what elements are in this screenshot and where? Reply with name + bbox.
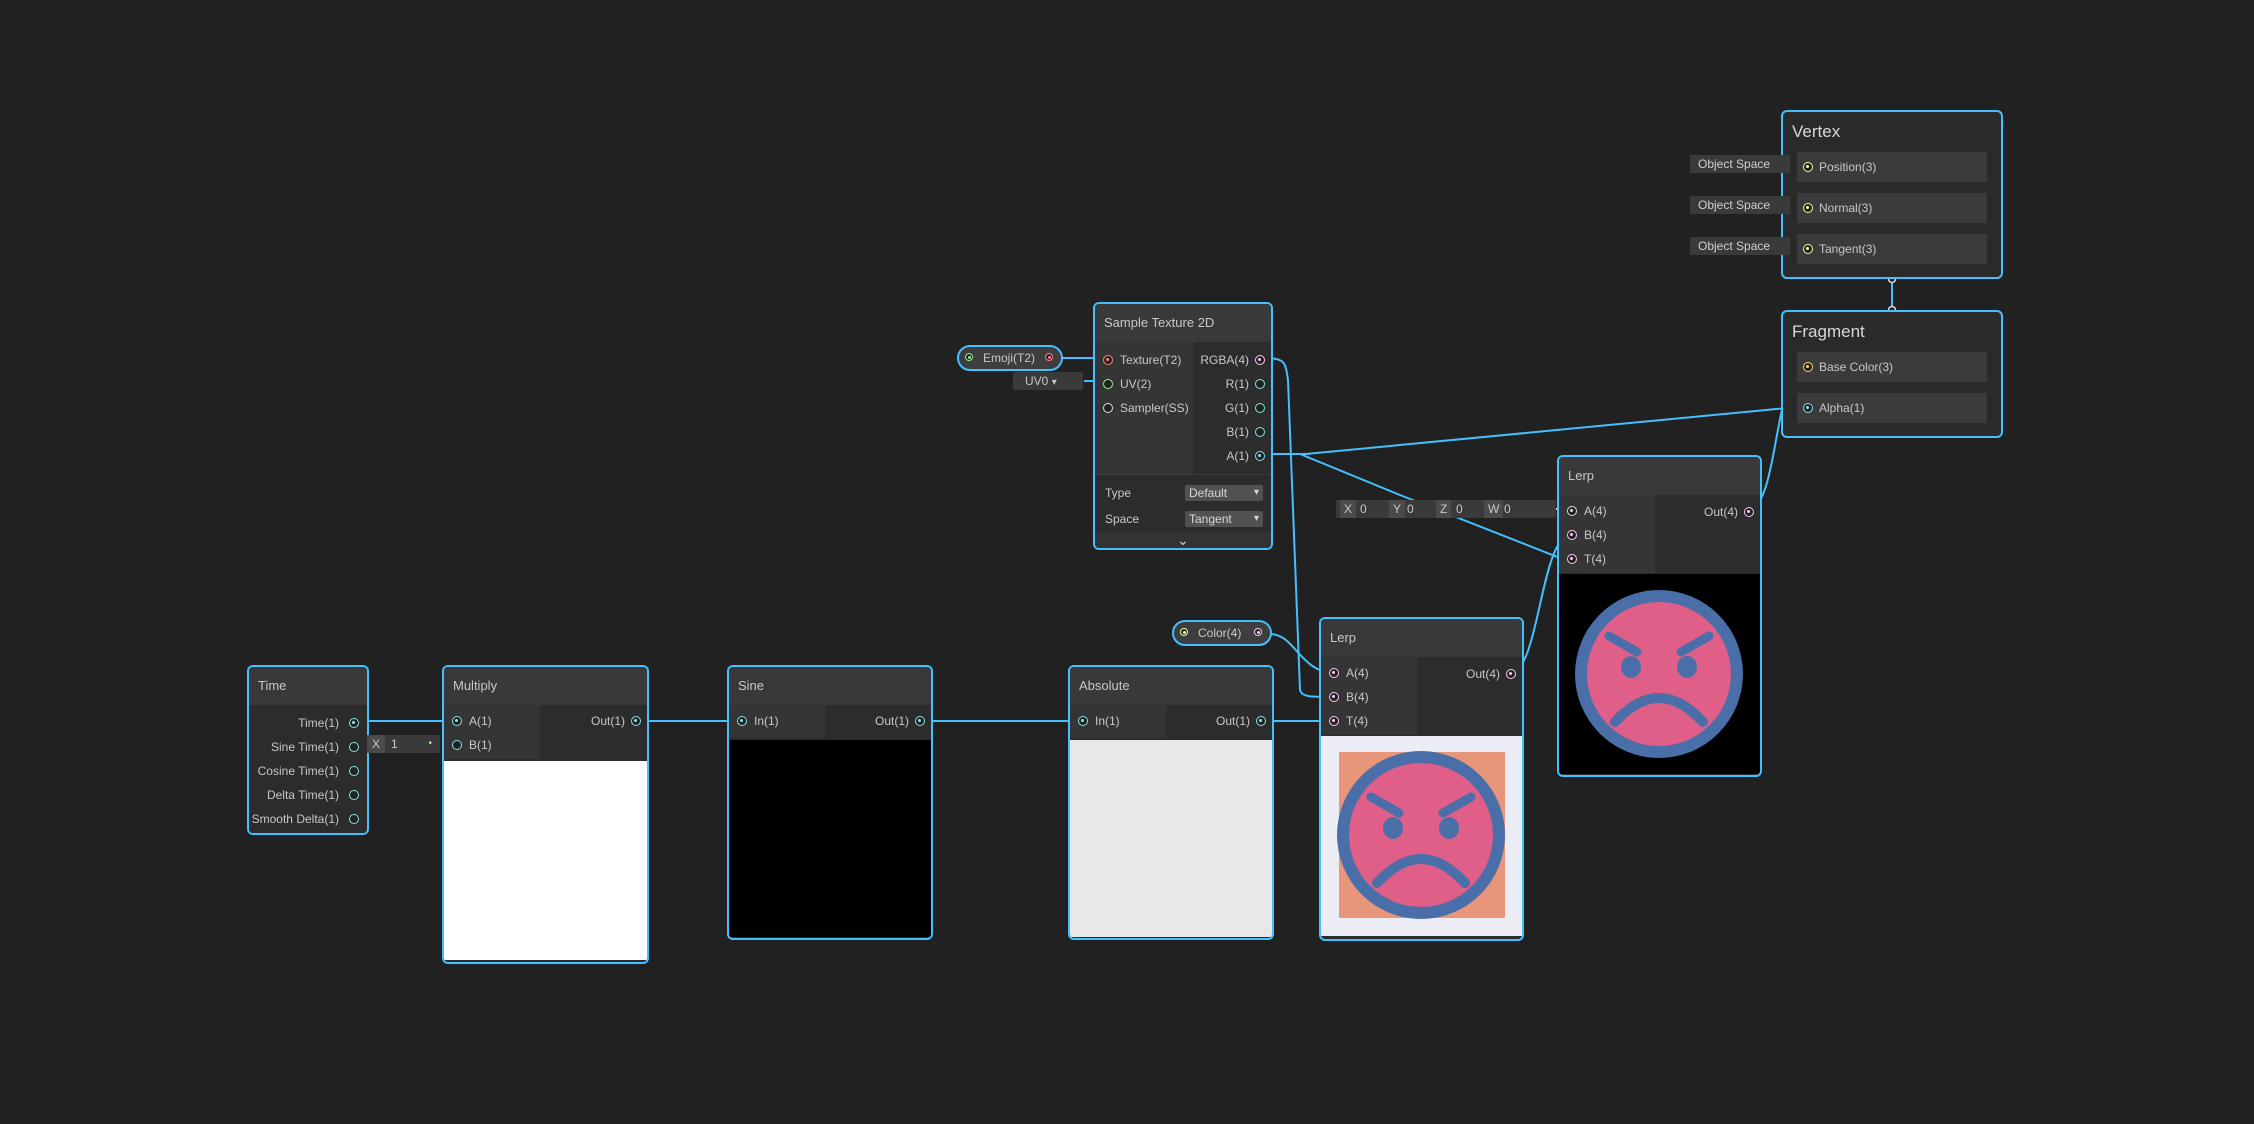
port-dot[interactable] (1506, 669, 1516, 679)
space-chip-tangent[interactable]: Object Space (1690, 237, 1790, 255)
vertex-block[interactable]: Vertex Position(3) Normal(3) Tangent(3) (1781, 110, 2003, 279)
port-texture[interactable]: Texture(T2) (1095, 348, 1181, 372)
lerp-top-preview (1559, 574, 1760, 774)
port-in[interactable]: In(1) (1070, 709, 1120, 733)
port-dot[interactable] (1255, 355, 1265, 365)
fragment-block[interactable]: Fragment Base Color(3) Alpha(1) (1781, 310, 2003, 438)
port-dot[interactable] (1255, 427, 1265, 437)
lerp-node-bottom[interactable]: Lerp A(4) B(4) T(4) Out(4) (1319, 617, 1524, 941)
port-out[interactable]: Out(4) (1704, 500, 1738, 524)
port-out[interactable]: Out(1) (591, 709, 625, 733)
port-sampler[interactable]: Sampler(SS) (1095, 396, 1189, 420)
space-chip-position[interactable]: Object Space (1690, 155, 1790, 173)
multiply-b-field[interactable]: X 1 • (367, 735, 440, 753)
port-time[interactable]: Time(1) (298, 711, 339, 735)
vector4-field[interactable]: X0 Y0 Z0 W0 (1336, 500, 1556, 518)
vertex-port-position[interactable]: Position(3) (1797, 152, 1987, 182)
port-dot[interactable] (1255, 379, 1265, 389)
port-a[interactable]: A(1) (1226, 444, 1249, 468)
fragment-port-basecolor[interactable]: Base Color(3) (1797, 352, 1987, 382)
node-title: Lerp (1321, 619, 1522, 657)
chevron-down-icon[interactable]: ⌄ (1095, 532, 1271, 548)
node-title: Absolute (1070, 667, 1272, 705)
port-g[interactable]: G(1) (1225, 396, 1249, 420)
port-dot[interactable] (1803, 362, 1813, 372)
type-dropdown[interactable]: Default (1185, 485, 1263, 501)
port-delta-time[interactable]: Delta Time(1) (267, 783, 339, 807)
port-t[interactable]: T(4) (1321, 709, 1368, 733)
port-in[interactable]: In(1) (729, 709, 779, 733)
time-node[interactable]: Time Time(1) Sine Time(1) Cosine Time(1)… (247, 665, 369, 835)
node-title: Sine (729, 667, 931, 705)
absolute-node[interactable]: Absolute In(1) Out(1) (1068, 665, 1274, 940)
fragment-title: Fragment (1792, 322, 1865, 341)
lerp-node-top[interactable]: Lerp A(4) B(4) T(4) Out(4) (1557, 455, 1762, 777)
port-cosine-time[interactable]: Cosine Time(1) (258, 759, 339, 783)
vertex-port-tangent[interactable]: Tangent(3) (1797, 234, 1987, 264)
port-b[interactable]: B(1) (1226, 420, 1249, 444)
port-dot[interactable] (1803, 244, 1813, 254)
port-a[interactable]: A(4) (1321, 661, 1369, 685)
port-dot[interactable] (1803, 403, 1813, 413)
vertex-port-normal[interactable]: Normal(3) (1797, 193, 1987, 223)
node-title: Time (249, 667, 367, 705)
port-a[interactable]: A(1) (444, 709, 492, 733)
multiply-preview (444, 761, 647, 960)
wire-a-alpha (1259, 405, 1809, 455)
sine-preview (729, 740, 931, 937)
sine-node[interactable]: Sine In(1) Out(1) (727, 665, 933, 940)
port-out[interactable]: Out(1) (875, 709, 909, 733)
port-rgba[interactable]: RGBA(4) (1200, 348, 1249, 372)
space-label: Space (1105, 512, 1140, 526)
multiply-node[interactable]: Multiply A(1) B(1) Out(1) (442, 665, 649, 964)
node-title: Lerp (1559, 457, 1760, 495)
node-title: Sample Texture 2D (1095, 304, 1271, 342)
port-a[interactable]: A(4) (1559, 499, 1607, 523)
type-label: Type (1105, 486, 1132, 500)
fragment-port-alpha[interactable]: Alpha(1) (1797, 393, 1987, 423)
uv-field[interactable]: UV0 ▾ (1013, 372, 1083, 390)
lerp-bottom-preview (1321, 736, 1522, 936)
port-r[interactable]: R(1) (1226, 372, 1249, 396)
color-property-pill[interactable]: Color(4) (1172, 620, 1272, 646)
port-dot[interactable] (1803, 203, 1813, 213)
port-dot[interactable] (1803, 162, 1813, 172)
absolute-preview (1070, 740, 1272, 937)
node-title: Multiply (444, 667, 647, 705)
port-sine-time[interactable]: Sine Time(1) (271, 735, 339, 759)
port-out[interactable]: Out(1) (1216, 709, 1250, 733)
port-out[interactable]: Out(4) (1466, 662, 1500, 686)
port-dot[interactable] (1255, 403, 1265, 413)
emoji-property-pill[interactable]: Emoji(T2) (957, 345, 1063, 371)
port-uv[interactable]: UV(2) (1095, 372, 1151, 396)
port-b[interactable]: B(4) (1559, 523, 1607, 547)
port-b[interactable]: B(1) (444, 733, 492, 757)
port-dot[interactable] (1744, 507, 1754, 517)
port-dot[interactable] (1255, 451, 1265, 461)
space-dropdown[interactable]: Tangent (1185, 511, 1263, 527)
sample-texture-node[interactable]: Sample Texture 2D Texture(T2) UV(2) Samp… (1093, 302, 1273, 550)
space-chip-normal[interactable]: Object Space (1690, 196, 1790, 214)
port-b[interactable]: B(4) (1321, 685, 1369, 709)
port-smooth-delta[interactable]: Smooth Delta(1) (252, 807, 339, 831)
vertex-title: Vertex (1792, 122, 1841, 141)
port-t[interactable]: T(4) (1559, 547, 1606, 571)
